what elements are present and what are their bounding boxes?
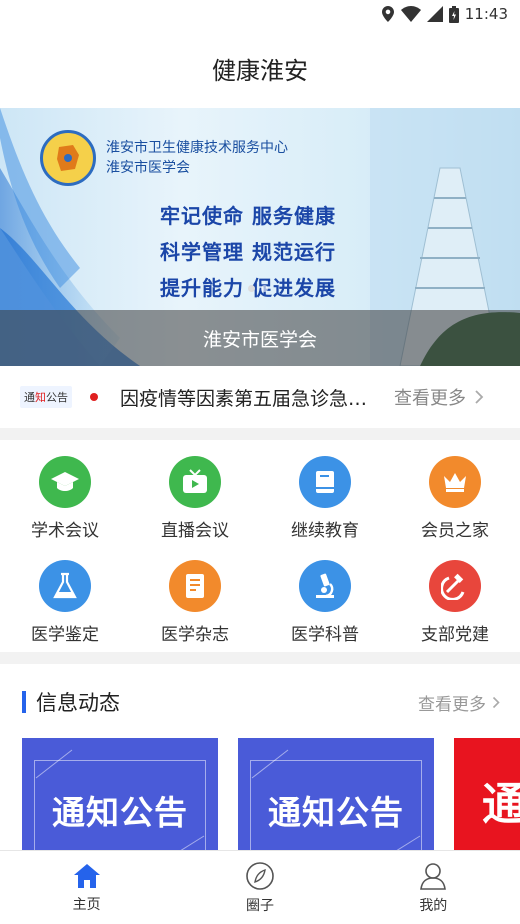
carousel-indicator (248, 285, 268, 292)
chevron-right-icon (475, 390, 484, 404)
info-card[interactable]: 通知公告 (238, 738, 434, 850)
card-title: 通知公告 (268, 793, 404, 832)
carousel-dot (248, 285, 255, 292)
notice-tag: 通知公告 (20, 386, 72, 408)
app-title-bar: 健康淮安 (0, 28, 520, 108)
notice-unread-dot (90, 393, 98, 401)
card-title: 通 (482, 779, 520, 830)
feature-label: 继续教育 (291, 521, 359, 541)
info-card[interactable]: 通知公告 (22, 738, 218, 850)
book-icon (299, 456, 351, 508)
feature-medical-magazine[interactable]: 医学杂志 (130, 544, 260, 648)
status-time: 11:43 (464, 5, 508, 23)
info-section-header: 信息动态 查看更多 (0, 680, 520, 724)
flask-icon (39, 560, 91, 612)
info-card-list: 通知公告 通知公告 通 (22, 738, 520, 850)
notice-more-label: 查看更多 (394, 388, 466, 409)
notice-bar[interactable]: 通知公告 因疫情等因素第五届急诊急救大会延期举办通知 查看更多 (0, 366, 520, 428)
status-bar: 11:43 (0, 0, 520, 28)
feature-label: 医学杂志 (161, 625, 229, 645)
tab-home[interactable]: 主页 (0, 851, 173, 924)
crown-icon (429, 456, 481, 508)
tab-mine[interactable]: 我的 (347, 851, 520, 924)
feature-label: 医学鉴定 (31, 625, 99, 645)
feature-label: 会员之家 (421, 521, 489, 541)
banner-carousel[interactable]: 淮安市卫生健康技术服务中心 淮安市医学会 牢记使命 服务健康 科学管理 规范运行… (0, 108, 520, 366)
wifi-icon (400, 6, 421, 22)
tab-label: 我的 (419, 897, 448, 914)
notice-headline[interactable]: 因疫情等因素第五届急诊急救大会延期举办通知 (120, 384, 378, 411)
feature-live-meeting[interactable]: 直播会议 (130, 440, 260, 544)
feature-label: 支部党建 (421, 625, 489, 645)
feature-medical-appraisal[interactable]: 医学鉴定 (0, 544, 130, 648)
info-card[interactable]: 通 (454, 738, 520, 850)
feature-science-popularization[interactable]: 医学科普 (260, 544, 390, 648)
compass-icon (246, 861, 274, 890)
banner-caption: 淮安市医学会 (0, 310, 520, 366)
hammer-sickle-icon (429, 560, 481, 612)
graduation-cap-icon (39, 456, 91, 508)
magazine-icon (169, 560, 221, 612)
feature-party-branch[interactable]: 支部党建 (390, 544, 520, 648)
battery-icon (448, 5, 459, 23)
signal-icon (426, 6, 443, 22)
user-icon (420, 862, 447, 890)
tab-circle[interactable]: 圈子 (173, 851, 346, 924)
carousel-dot (261, 285, 268, 292)
microscope-icon (299, 560, 351, 612)
bottom-tab-bar: 主页 圈子 我的 (0, 850, 520, 924)
location-icon (381, 6, 394, 22)
home-icon (73, 863, 100, 888)
notice-more-link[interactable]: 查看更多 (394, 384, 484, 410)
section-divider (0, 652, 520, 664)
tv-icon (169, 456, 221, 508)
page-title: 健康淮安 (212, 56, 308, 85)
feature-academic-meeting[interactable]: 学术会议 (0, 440, 130, 544)
tab-label: 主页 (72, 896, 101, 913)
feature-label: 医学科普 (291, 625, 359, 645)
feature-label: 直播会议 (161, 521, 229, 541)
section-divider (0, 428, 520, 440)
feature-label: 学术会议 (31, 521, 99, 541)
info-more-link[interactable]: 查看更多 (418, 690, 500, 715)
info-more-label: 查看更多 (418, 694, 486, 715)
chevron-right-icon (492, 696, 500, 708)
banner-org-text: 淮安市卫生健康技术服务中心 淮安市医学会 (106, 140, 288, 176)
feature-continuing-education[interactable]: 继续教育 (260, 440, 390, 544)
section-accent-bar (22, 691, 26, 713)
feature-grid: 学术会议 直播会议 继续教育 会员之家 医学鉴定 医学杂志 医学科普 支部党建 (0, 440, 520, 652)
tab-label: 圈子 (245, 897, 274, 914)
info-section-title: 信息动态 (36, 691, 120, 715)
feature-member-home[interactable]: 会员之家 (390, 440, 520, 544)
medical-association-logo (40, 130, 96, 186)
card-title: 通知公告 (52, 793, 188, 832)
